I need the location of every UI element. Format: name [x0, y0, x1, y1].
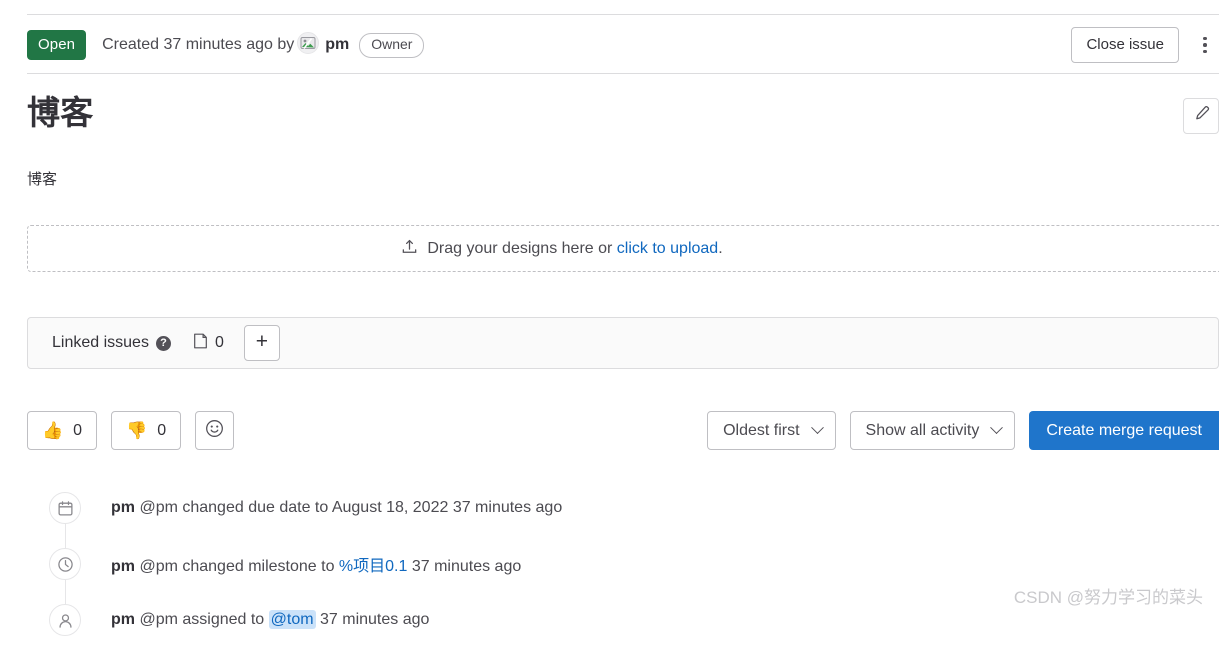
- add-reaction-button[interactable]: [195, 411, 235, 450]
- timeline-connector: [65, 580, 66, 604]
- activity-actor[interactable]: pm: [111, 499, 135, 516]
- pencil-icon: [1193, 105, 1210, 127]
- question-mark-icon[interactable]: ?: [155, 335, 171, 351]
- create-merge-request-split-button: Create merge request: [1029, 411, 1219, 450]
- activity-text: pm @pm changed due date to August 18, 20…: [111, 499, 562, 517]
- activity-filter-label: Show all activity: [865, 421, 980, 439]
- status-badge: Open: [27, 30, 87, 60]
- sort-order-dropdown[interactable]: Oldest first: [707, 411, 836, 450]
- linked-issues-count-group: 0: [193, 333, 224, 354]
- thumbsdown-reaction-button[interactable]: 👎 0: [111, 411, 182, 450]
- click-to-upload-link[interactable]: click to upload: [617, 240, 718, 257]
- activity-body-after: 37 minutes ago: [407, 558, 522, 575]
- create-merge-request-button[interactable]: Create merge request: [1029, 411, 1219, 450]
- issue-status-header: Open Created 37 minutes ago by pm Owner Cl…: [27, 14, 1219, 73]
- created-label: Created 37 minutes ago by: [102, 36, 295, 54]
- calendar-icon: [49, 492, 81, 524]
- page-title: 博客: [27, 94, 94, 131]
- chevron-down-icon: [810, 421, 824, 435]
- thumbsup-reaction-button[interactable]: 👍 0: [27, 411, 98, 450]
- smiley-face-icon: [205, 419, 224, 443]
- timeline-connector: [65, 524, 66, 548]
- activity-actor[interactable]: pm: [111, 558, 135, 575]
- issue-description: 博客: [27, 171, 58, 188]
- thumbsdown-count: 0: [157, 421, 167, 439]
- activity-item: pm @pm assigned to @tom 37 minutes ago: [49, 592, 1149, 648]
- issue-title-row: 博客: [27, 92, 1219, 134]
- user-icon: [49, 604, 81, 636]
- design-dropzone[interactable]: Drag your designs here or click to uploa…: [27, 225, 1219, 272]
- dropzone-text: Drag your designs here or click to uploa…: [427, 240, 722, 258]
- activity-toolbar: 👍 0 👎 0 Oldest first Show all activity C…: [27, 411, 1219, 450]
- chevron-down-icon: [990, 421, 1004, 435]
- activity-feed: pm @pm changed due date to August 18, 20…: [49, 480, 1149, 648]
- author-role-badge: Owner: [359, 33, 425, 58]
- author-name[interactable]: pm: [325, 36, 349, 53]
- activity-text: pm @pm assigned to @tom 37 minutes ago: [111, 610, 430, 629]
- close-issue-button[interactable]: Close issue: [1071, 26, 1179, 64]
- activity-body-after: 37 minutes ago: [315, 611, 430, 628]
- activity-filter-dropdown[interactable]: Show all activity: [849, 411, 1016, 450]
- issue-count-icon: [193, 333, 208, 354]
- dropzone-suffix: .: [718, 239, 723, 257]
- edit-issue-button[interactable]: [1183, 98, 1219, 134]
- activity-body: @pm changed due date to August 18, 2022 …: [135, 499, 563, 516]
- activity-actor[interactable]: pm: [111, 611, 135, 628]
- linked-issues-count: 0: [214, 334, 224, 351]
- add-linked-issue-button[interactable]: +: [243, 325, 280, 361]
- thumbsup-count: 0: [73, 421, 83, 439]
- issue-page: Open Created 37 minutes ago by pm Owner Cl…: [0, 0, 1219, 636]
- milestone-link[interactable]: %项目0.1: [339, 558, 407, 575]
- activity-body-before: @pm changed milestone to: [135, 558, 339, 575]
- watermark: CSDN @努力学习的菜头: [1013, 588, 1203, 607]
- header-divider: [27, 73, 1219, 74]
- linked-issues-label: Linked issues: [52, 334, 149, 351]
- created-by-text: Created 37 minutes ago by pm Owner: [102, 32, 425, 58]
- user-mention[interactable]: @tom: [268, 610, 316, 629]
- plus-icon: +: [255, 330, 268, 353]
- activity-item: pm @pm changed due date to August 18, 20…: [49, 480, 1149, 548]
- activity-body-before: @pm assigned to: [135, 611, 269, 628]
- sort-order-label: Oldest first: [723, 421, 800, 439]
- thumbsup-icon: 👍: [42, 421, 64, 440]
- thumbsdown-icon: 👎: [126, 421, 148, 440]
- activity-item: pm @pm changed milestone to %项目0.1 37 mi…: [49, 536, 1149, 604]
- clock-icon: [49, 548, 81, 580]
- upload-icon: [401, 238, 418, 260]
- kebab-menu-icon[interactable]: [1191, 28, 1219, 62]
- dropzone-prefix: Drag your designs here or: [427, 239, 617, 257]
- activity-text: pm @pm changed milestone to %项目0.1 37 mi…: [111, 552, 521, 576]
- avatar: [297, 32, 320, 55]
- linked-issues-panel: Linked issues ? 0 +: [27, 317, 1219, 369]
